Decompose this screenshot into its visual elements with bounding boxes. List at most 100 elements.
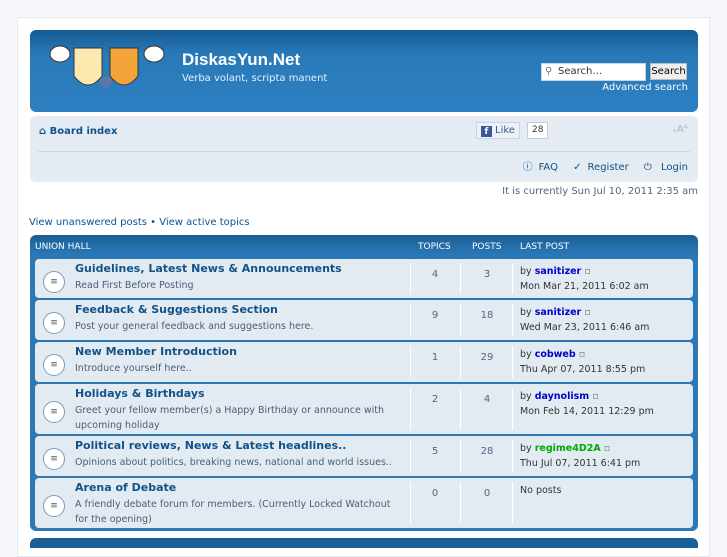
divider — [512, 304, 513, 336]
site-title[interactable]: DiskasYun.Net — [182, 50, 300, 70]
like-label: Like — [495, 125, 515, 136]
forum-description: Introduce yourself here.. — [75, 363, 192, 374]
topics-count: 4 — [431, 269, 439, 280]
facebook-like-button[interactable]: f Like — [476, 122, 520, 139]
posts-count: 18 — [480, 310, 494, 321]
forum-title-link[interactable]: Political reviews, News & Latest headlin… — [75, 439, 346, 452]
divider — [460, 304, 461, 336]
last-post: by sanitizer ▫ Mon Mar 21, 2011 6:02 am — [520, 264, 649, 294]
forum-description: A friendly debate forum for members. (Cu… — [75, 499, 391, 525]
by-label: by — [520, 443, 532, 454]
last-post-date: Thu Apr 07, 2011 8:55 pm — [520, 364, 646, 375]
forum-read-icon: ≡ — [43, 401, 65, 423]
forum-title-link[interactable]: Arena of Debate — [75, 481, 176, 494]
forum-title-link[interactable]: Guidelines, Latest News & Announcements — [75, 262, 342, 275]
topics-count: 9 — [431, 310, 439, 321]
facebook-icon: f — [481, 126, 492, 137]
forum-description: Opinions about politics, breaking news, … — [75, 457, 392, 468]
forum-row: ≡ Arena of Debate A friendly debate foru… — [35, 478, 693, 528]
forum-row: ≡ New Member Introduction Introduce your… — [35, 342, 693, 382]
topics-count: 5 — [431, 446, 439, 457]
divider — [460, 482, 461, 524]
view-latest-post-icon[interactable]: ▫ — [584, 266, 590, 277]
register-label: Register — [587, 162, 629, 173]
board-index-label: Board index — [49, 126, 118, 137]
faq-link[interactable]: ⓘ FAQ — [517, 162, 558, 173]
forum-read-icon: ≡ — [43, 495, 65, 517]
last-post-date: Thu Jul 07, 2011 6:41 pm — [520, 458, 641, 469]
by-label: by — [520, 266, 532, 277]
register-link[interactable]: ✓ Register — [567, 162, 629, 173]
last-post: by sanitizer ▫ Wed Mar 23, 2011 6:46 am — [520, 305, 649, 335]
last-post-date: Mon Mar 21, 2011 6:02 am — [520, 281, 649, 292]
active-topics-link[interactable]: View active topics — [159, 217, 249, 228]
by-label: by — [520, 349, 532, 360]
forum-row: ≡ Political reviews, News & Latest headl… — [35, 436, 693, 476]
register-icon: ✓ — [573, 162, 582, 173]
last-post: No posts — [520, 483, 561, 498]
navbar: ⌂ Board index f Like 28 ᵥAᴬ ⓘ FAQ ✓ Registe… — [30, 116, 698, 182]
view-latest-post-icon[interactable]: ▫ — [584, 307, 590, 318]
topics-count: 1 — [431, 352, 439, 363]
search-input[interactable]: ⚲ Search… — [541, 63, 646, 81]
forum-row: ≡ Feedback & Suggestions Section Post yo… — [35, 300, 693, 340]
search-placeholder: Search… — [558, 66, 603, 77]
view-latest-post-icon[interactable]: ▫ — [592, 391, 598, 402]
search-button[interactable]: Search — [650, 63, 687, 80]
divider — [512, 346, 513, 378]
advanced-search-link[interactable]: Advanced search — [602, 82, 688, 93]
quick-links: View unanswered posts • View active topi… — [29, 217, 250, 228]
category-title[interactable]: UNION HALL — [35, 235, 91, 259]
logo-masks-icon[interactable] — [48, 44, 166, 92]
forum-description: Greet your fellow member(s) a Happy Birt… — [75, 405, 384, 431]
last-post-author[interactable]: daynolism — [535, 391, 589, 402]
topics-count: 2 — [431, 394, 439, 405]
forum-title-link[interactable]: New Member Introduction — [75, 345, 237, 358]
topics-count: 0 — [431, 488, 439, 499]
faq-label: FAQ — [538, 162, 558, 173]
last-post: by regime4D2A ▫ Thu Jul 07, 2011 6:41 pm — [520, 441, 640, 471]
divider — [512, 263, 513, 294]
posts-count: 3 — [483, 269, 491, 280]
divider — [460, 346, 461, 378]
current-time: It is currently Sun Jul 10, 2011 2:35 am — [502, 186, 698, 197]
board-index-link[interactable]: ⌂ Board index — [39, 126, 117, 137]
topics-header: TOPICS — [418, 242, 451, 252]
by-label: by — [520, 391, 532, 402]
forum-row: ≡ Holidays & Birthdays Greet your fellow… — [35, 384, 693, 434]
forum-header: UNION HALL TOPICS POSTS LAST POST — [30, 235, 698, 259]
view-latest-post-icon[interactable]: ▫ — [604, 443, 610, 454]
last-post: by cobweb ▫ Thu Apr 07, 2011 8:55 pm — [520, 347, 645, 377]
forum-read-icon: ≡ — [43, 312, 65, 334]
posts-count: 0 — [483, 488, 491, 499]
unanswered-posts-link[interactable]: View unanswered posts — [29, 217, 147, 228]
divider — [512, 388, 513, 430]
user-links: ⓘ FAQ ✓ Register ⏻ Login — [511, 158, 688, 173]
forum-title-link[interactable]: Holidays & Birthdays — [75, 387, 205, 400]
last-post-date: Mon Feb 14, 2011 12:29 pm — [520, 406, 654, 417]
forum-title-link[interactable]: Feedback & Suggestions Section — [75, 303, 278, 316]
last-post-author[interactable]: sanitizer — [535, 266, 582, 277]
last-post: by daynolism ▫ Mon Feb 14, 2011 12:29 pm — [520, 389, 654, 419]
posts-header: POSTS — [472, 242, 502, 252]
last-post-author[interactable]: sanitizer — [535, 307, 582, 318]
last-post-author[interactable]: regime4D2A — [535, 443, 601, 454]
login-link[interactable]: ⏻ Login — [638, 162, 688, 173]
next-category-bar — [30, 538, 698, 548]
last-post-header: LAST POST — [520, 242, 570, 252]
divider — [460, 263, 461, 294]
faq-icon: ⓘ — [522, 162, 533, 173]
divider — [512, 482, 513, 524]
home-icon: ⌂ — [39, 126, 47, 137]
login-label: Login — [661, 162, 688, 173]
divider — [38, 151, 690, 152]
view-latest-post-icon[interactable]: ▫ — [579, 349, 585, 360]
last-post-author[interactable]: cobweb — [535, 349, 576, 360]
font-size-toggle[interactable]: ᵥAᴬ — [673, 124, 688, 135]
last-post-date: No posts — [520, 485, 562, 496]
power-icon: ⏻ — [643, 162, 652, 173]
divider — [460, 440, 461, 472]
by-label: by — [520, 307, 532, 318]
like-count: 28 — [527, 122, 549, 139]
forum-description: Post your general feedback and suggestio… — [75, 321, 314, 332]
